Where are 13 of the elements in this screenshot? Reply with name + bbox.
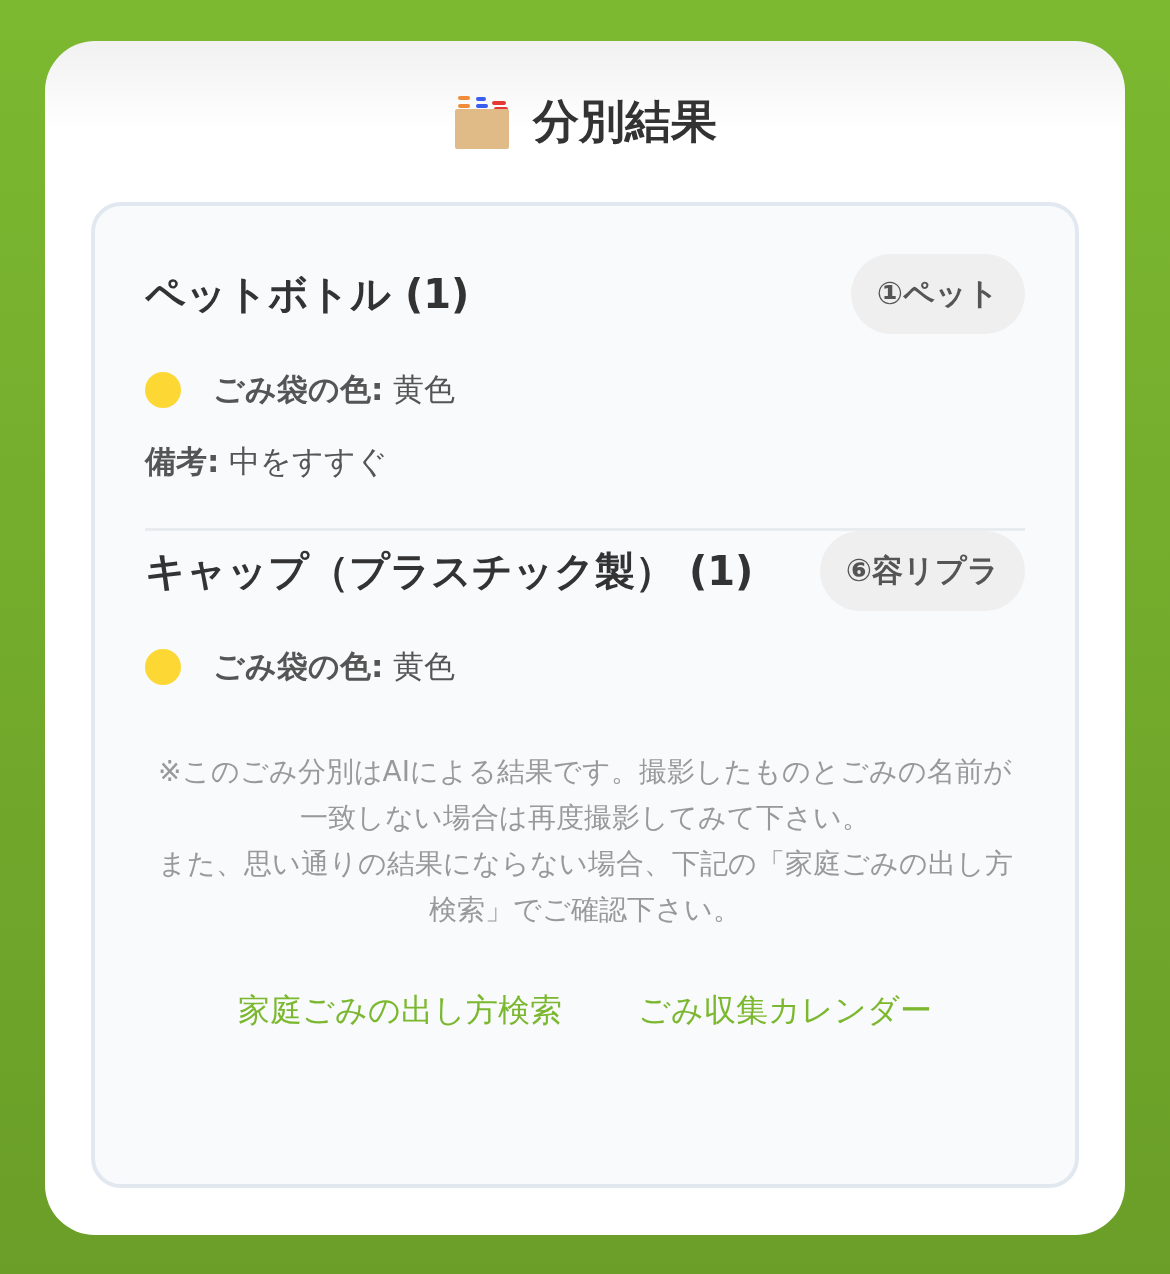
bag-color-text: ごみ袋の色: 黄色	[213, 647, 456, 686]
disclaimer-text: また、思い通りの結果にならない場合、下記の「家庭ごみの出し方検索」でご確認下さい。	[156, 846, 1014, 928]
item-name: ペットボトル (1)	[145, 269, 470, 319]
bag-color-text: ごみ袋の色: 黄色	[213, 370, 456, 409]
note-text: 備考: 中をすすぐ	[145, 442, 389, 481]
category-badge: ①ペット	[850, 254, 1025, 334]
disclaimer-text: ※このごみ分別はAIによる結果です。撮影したものとごみの名前が一致しない場合は再度撮影してみて下さい。	[157, 754, 1013, 836]
link[interactable]: 家庭ごみの出し方検索	[238, 989, 562, 1033]
item-name: キャップ（プラスチック製） (1)	[145, 546, 754, 596]
page-title: 分別結果	[533, 92, 717, 150]
file-box-icon	[453, 93, 511, 150]
category-badge: ⑥容リプラ	[819, 531, 1025, 611]
link[interactable]: ごみ収集カレンダー	[638, 989, 932, 1033]
